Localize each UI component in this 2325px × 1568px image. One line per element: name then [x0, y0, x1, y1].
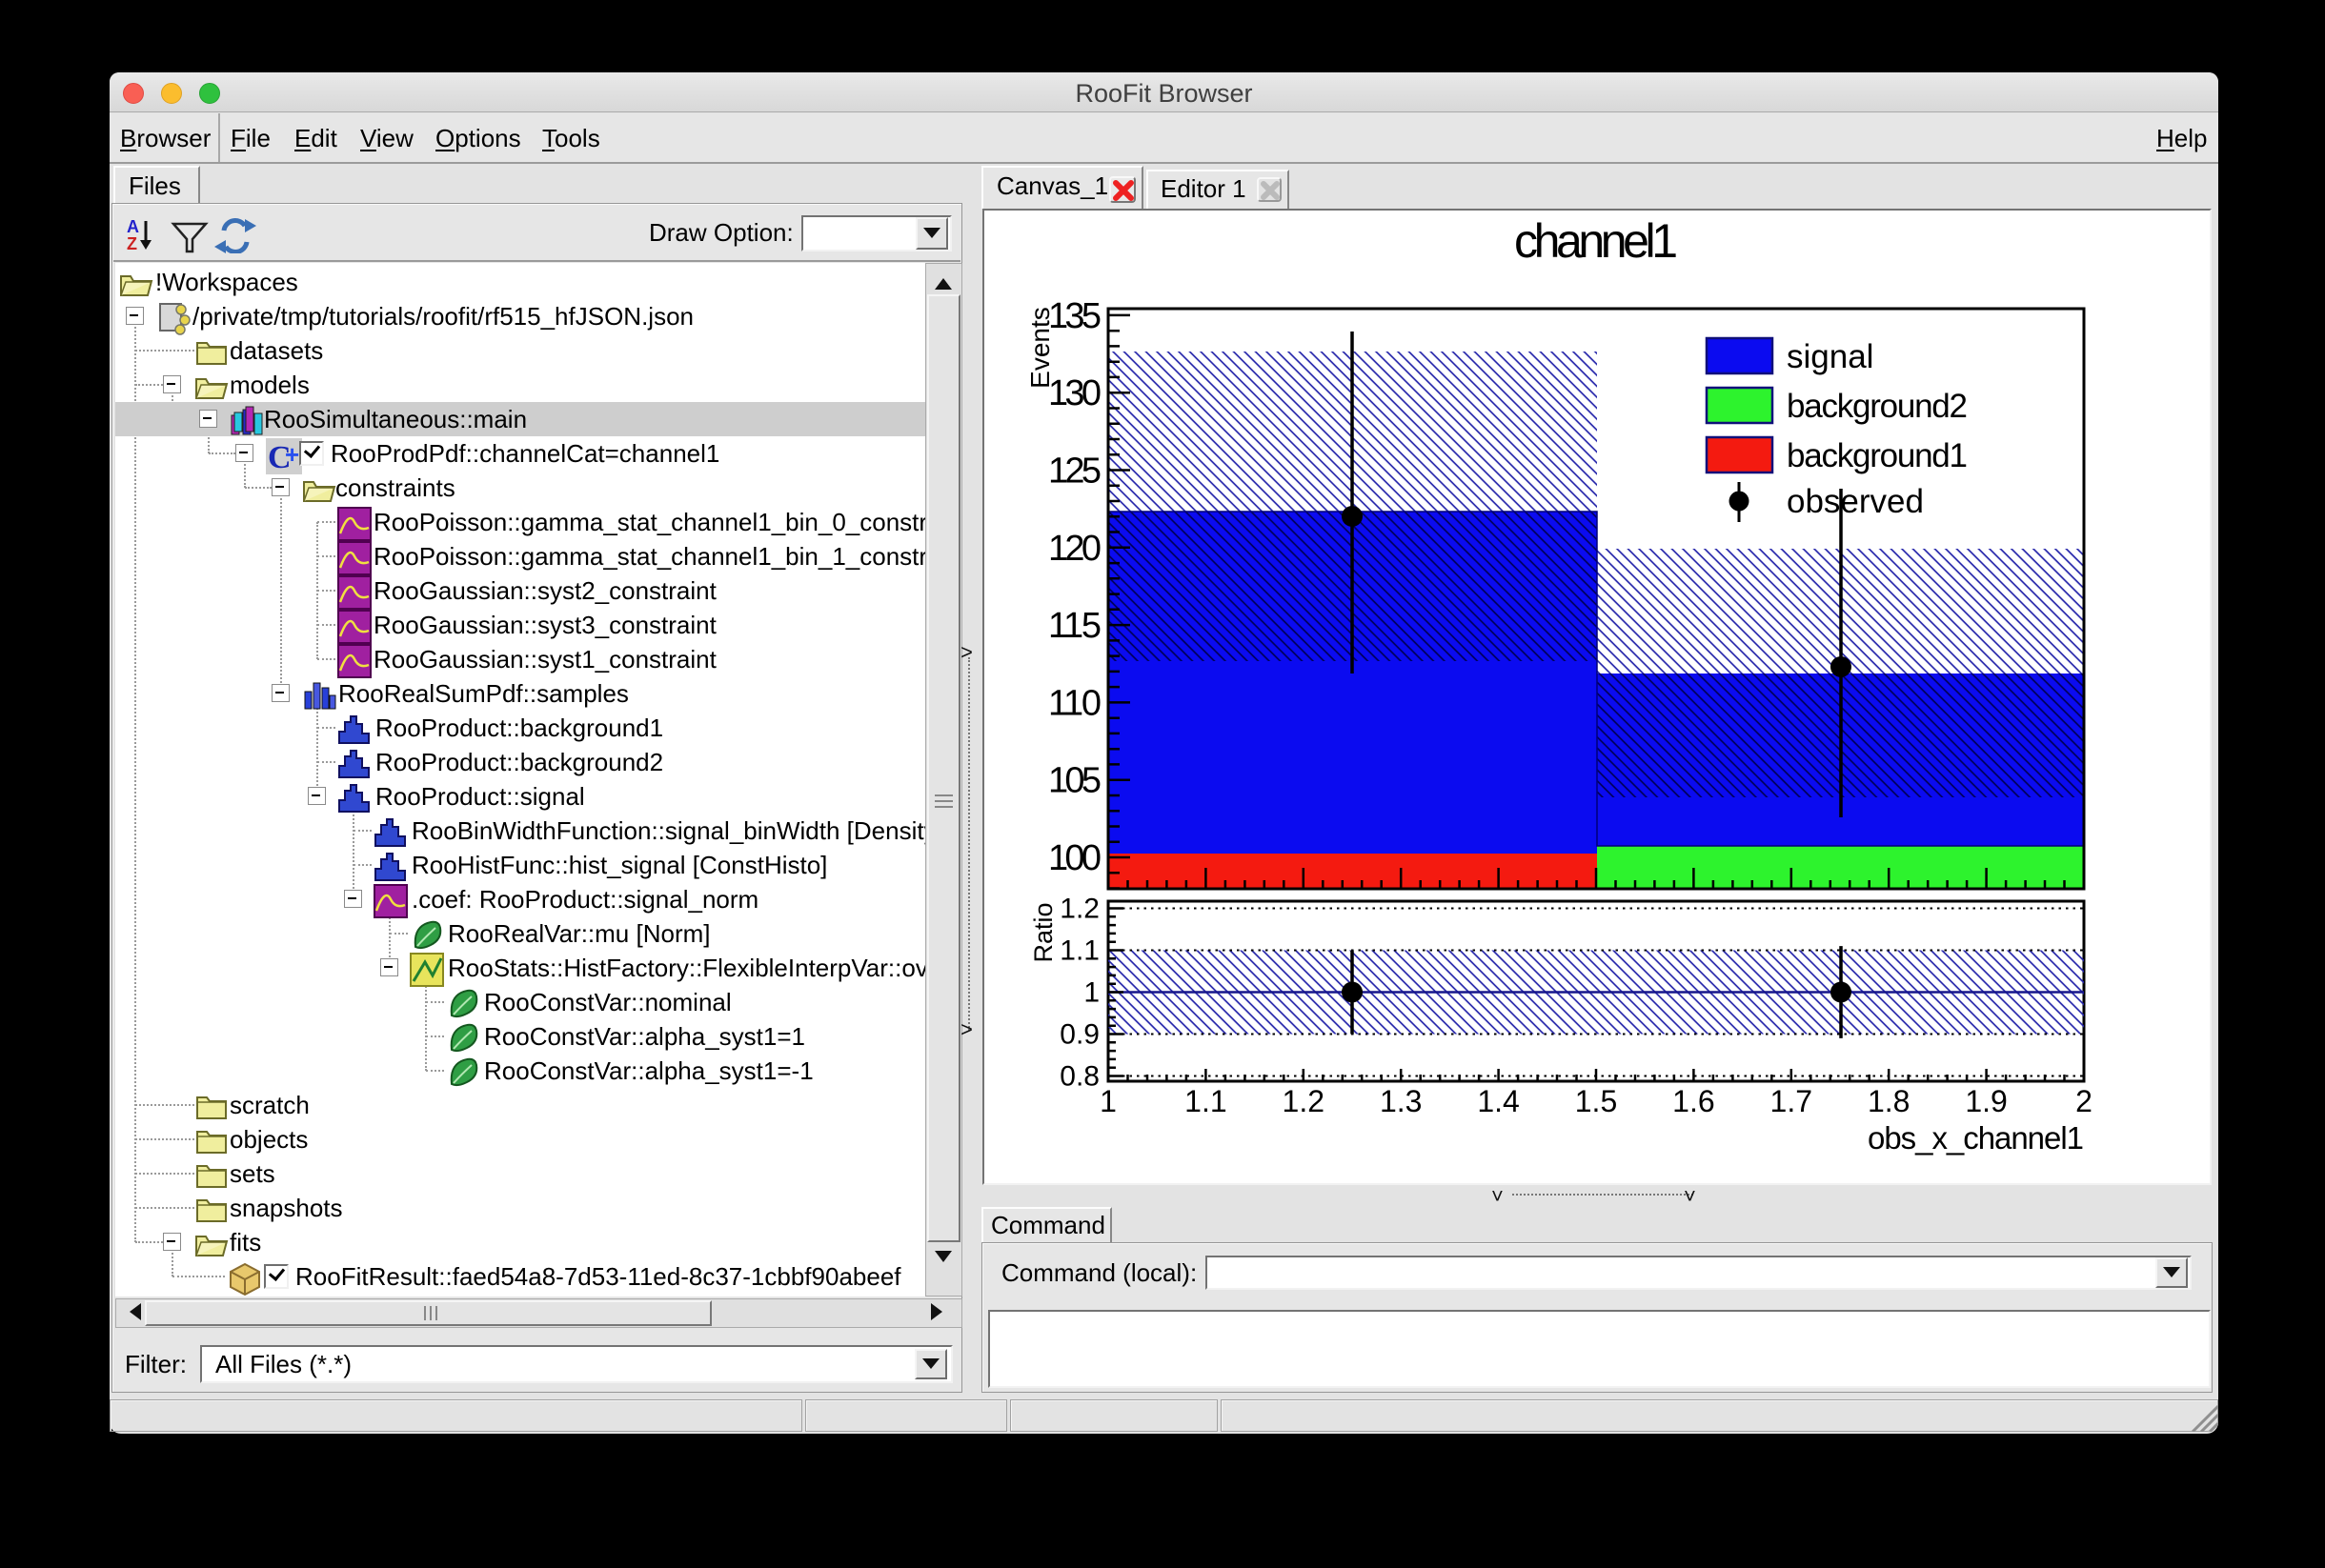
svg-text:100: 100	[1048, 838, 1102, 878]
svg-text:130: 130	[1048, 373, 1102, 413]
svg-text:0.8: 0.8	[1060, 1061, 1100, 1093]
svg-text:120: 120	[1048, 529, 1102, 569]
svg-text:135: 135	[1048, 296, 1102, 336]
svg-text:observed: observed	[1787, 483, 1924, 520]
svg-text:obs_x_channel1: obs_x_channel1	[1868, 1120, 2084, 1156]
svg-text:1.2: 1.2	[1060, 894, 1100, 925]
svg-text:+: +	[285, 440, 299, 469]
svg-text:Z: Z	[127, 234, 137, 253]
svg-text:Ratio: Ratio	[1029, 902, 1058, 962]
svg-text:Events: Events	[1025, 307, 1055, 389]
svg-text:1: 1	[1100, 1084, 1117, 1118]
svg-text:signal: signal	[1787, 338, 1873, 375]
svg-text:115: 115	[1048, 606, 1102, 646]
svg-text:125: 125	[1048, 452, 1102, 492]
svg-text:105: 105	[1048, 761, 1102, 801]
svg-text:1.8: 1.8	[1868, 1084, 1910, 1118]
svg-text:background2: background2	[1787, 388, 1968, 425]
svg-text:A: A	[127, 217, 139, 236]
svg-text:1.5: 1.5	[1575, 1084, 1617, 1118]
svg-text:1: 1	[1083, 977, 1100, 1009]
svg-text:1.6: 1.6	[1672, 1084, 1714, 1118]
svg-text:1.7: 1.7	[1770, 1084, 1812, 1118]
svg-text:110: 110	[1048, 683, 1102, 723]
svg-text:background1: background1	[1787, 437, 1968, 474]
svg-text:0.9: 0.9	[1060, 1019, 1100, 1051]
svg-text:1.9: 1.9	[1965, 1084, 2007, 1118]
svg-text:channel1: channel1	[1514, 214, 1678, 268]
svg-text:1.1: 1.1	[1184, 1084, 1226, 1118]
svg-text:1.2: 1.2	[1283, 1084, 1324, 1118]
svg-text:1.1: 1.1	[1060, 935, 1100, 967]
svg-text:1.4: 1.4	[1477, 1084, 1519, 1118]
svg-text:1.3: 1.3	[1380, 1084, 1422, 1118]
svg-text:2: 2	[2075, 1084, 2092, 1118]
